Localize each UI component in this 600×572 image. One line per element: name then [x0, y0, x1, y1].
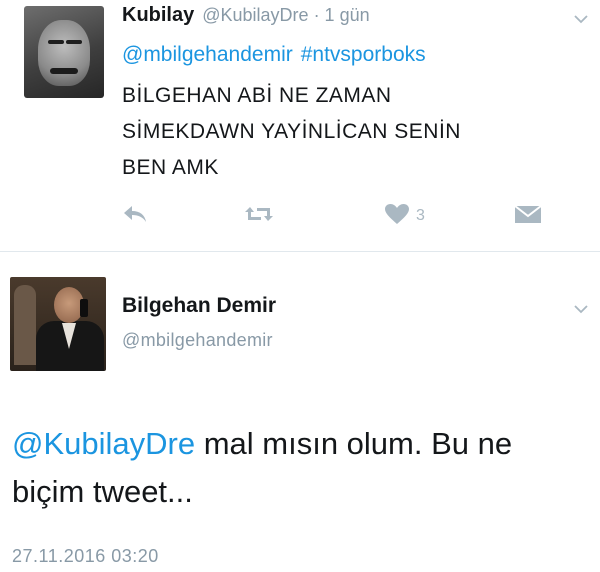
tweet-text-line: BEN AMK	[122, 156, 219, 179]
tweet-text-line: @KubilayDre mal mısın olum. Bu ne	[12, 420, 592, 468]
avatar[interactable]	[24, 6, 104, 98]
avatar-brow-left	[48, 40, 64, 44]
chevron-down-icon[interactable]	[574, 302, 588, 316]
tweet-text-line: BİLGEHAN ABİ NE ZAMAN	[122, 84, 392, 107]
display-name[interactable]: Kubilay	[122, 4, 194, 26]
avatar-phone	[80, 299, 88, 317]
avatar-brow-right	[66, 40, 82, 44]
tweet-mentions: @mbilgehandemir #ntvsporboks	[122, 43, 426, 67]
avatar-mustache	[50, 68, 78, 74]
reply-icon	[122, 203, 148, 230]
tweet-timestamp[interactable]: 27.11.2016 03:20	[12, 546, 159, 567]
envelope-icon	[514, 203, 542, 230]
tweet-actions: 3	[122, 198, 562, 234]
tweet-divider	[0, 251, 600, 252]
hashtag-link[interactable]: #ntvsporboks	[301, 43, 426, 66]
tweet-text: @KubilayDre mal mısın olum. Bu ne biçim …	[12, 420, 592, 516]
mention-link[interactable]: @KubilayDre	[12, 426, 195, 461]
retweet-icon	[244, 203, 274, 230]
heart-icon	[384, 203, 410, 230]
reply-button[interactable]	[122, 202, 148, 230]
handle[interactable]: @mbilgehandemir	[122, 330, 273, 351]
direct-message-button[interactable]	[514, 202, 542, 230]
tweet-text-line: SİMEKDAWN YAYİNLİCAN SENİN	[122, 120, 461, 143]
display-name[interactable]: Bilgehan Demir	[122, 294, 276, 318]
avatar-background-figure	[14, 285, 36, 365]
like-count: 3	[416, 207, 425, 224]
tweet-text-line: biçim tweet...	[12, 474, 193, 509]
retweet-button[interactable]	[244, 202, 274, 230]
chevron-down-icon[interactable]	[574, 12, 588, 26]
avatar[interactable]	[10, 277, 106, 371]
avatar-face	[38, 20, 90, 86]
handle-and-time[interactable]: @KubilayDre · 1 gün	[202, 5, 369, 25]
mention-link[interactable]: @mbilgehandemir	[122, 43, 293, 66]
tweet-kubilay: Kubilay @KubilayDre · 1 gün @mbilgehandem…	[0, 0, 600, 250]
tweet-header: Kubilay @KubilayDre · 1 gün	[122, 4, 370, 27]
tweet-text: BİLGEHAN ABİ NE ZAMAN SİMEKDAWN YAYİNLİC…	[122, 78, 562, 186]
like-button[interactable]: 3	[384, 202, 425, 230]
tweet-text-segment: mal mısın olum. Bu ne	[195, 426, 513, 461]
